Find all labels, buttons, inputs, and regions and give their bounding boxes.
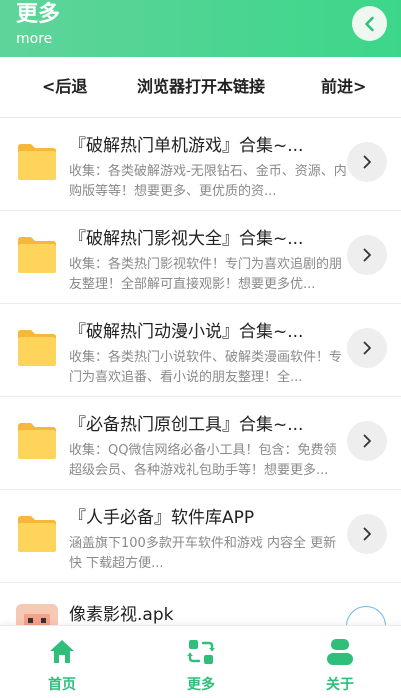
user-icon [327,639,353,665]
chevron-left-icon [364,16,374,31]
folder-icon [18,423,56,459]
list-item[interactable]: 『破解热门影视大全』合集~... 收集：各类热门影视软件！专门为喜欢追剧的朋友整… [0,211,401,304]
file-name: 像素影视.apk [69,605,174,625]
nav-forward-link[interactable]: 前进> [321,57,366,117]
tab-label: 首页 [48,677,76,693]
chevron-right-icon [363,248,371,262]
chevron-right-icon [363,527,371,541]
item-title: 『破解热门影视大全』合集~... [69,229,304,249]
folder-icon [18,516,56,552]
list-item[interactable]: 『破解热门动漫小说』合集~... 收集：各类热门小说软件、破解类漫画软件！专门为… [0,304,401,397]
folder-icon [18,237,56,273]
refresh-swap-icon [187,640,215,664]
item-description: 收集：各类破解游戏-无限钻石、金币、资源、内购版等等！想要更多、更优质的资... [69,164,347,199]
tab-label: 关于 [326,677,354,693]
open-item-button[interactable] [347,235,387,275]
item-title: 『破解热门动漫小说』合集~... [69,322,304,342]
browser-nav-bar: <后退 浏览器打开本链接 前进> [0,57,401,118]
home-icon [50,640,74,663]
item-title: 『人手必备』软件库APP [69,508,255,528]
list-item[interactable]: 『破解热门单机游戏』合集~... 收集：各类破解游戏-无限钻石、金币、资源、内购… [0,118,401,211]
chevron-right-icon [363,155,371,169]
back-button[interactable] [352,6,387,41]
open-item-button[interactable] [347,328,387,368]
tab-label: 更多 [187,677,215,693]
tab-about[interactable]: 关于 [300,626,380,698]
folder-icon [18,144,56,180]
tab-more[interactable]: 更多 [161,626,241,698]
list-item[interactable]: 『必备热门原创工具』合集~... 收集：QQ微信网络必备小工具！包含：免费领超级… [0,397,401,490]
page-title: 更多 [16,2,61,27]
bottom-tab-bar: 首页 更多 关于 [0,625,401,698]
tab-home[interactable]: 首页 [22,626,102,698]
open-in-browser-link[interactable]: 浏览器打开本链接 [137,57,265,117]
folder-icon [18,330,56,366]
item-description: 涵盖旗下100多款开车软件和游戏 内容全 更新快 下载超方便... [69,536,337,571]
chevron-right-icon [363,434,371,448]
chevron-right-icon [363,341,371,355]
open-item-button[interactable] [347,421,387,461]
list-item[interactable]: 『人手必备』软件库APP 涵盖旗下100多款开车软件和游戏 内容全 更新快 下载… [0,490,401,583]
item-description: 收集：各类热门影视软件！专门为喜欢追剧的朋友整理！全部解可直接观影！想要更多优.… [69,257,343,292]
item-description: 收集：QQ微信网络必备小工具！包含：免费领超级会员、各种游戏礼包助手等！想要更多… [69,443,337,478]
item-title: 『必备热门原创工具』合集~... [69,415,304,435]
item-title: 『破解热门单机游戏』合集~... [69,136,304,156]
open-item-button[interactable] [347,514,387,554]
header: 更多 more [0,0,401,57]
nav-back-link[interactable]: <后退 [42,57,87,117]
open-item-button[interactable] [347,142,387,182]
folder-list: 『破解热门单机游戏』合集~... 收集：各类破解游戏-无限钻石、金币、资源、内购… [0,118,401,583]
page-subtitle: more [16,31,53,47]
item-description: 收集：各类热门小说软件、破解类漫画软件！专门为喜欢追番、看小说的朋友整理！全..… [69,350,343,385]
